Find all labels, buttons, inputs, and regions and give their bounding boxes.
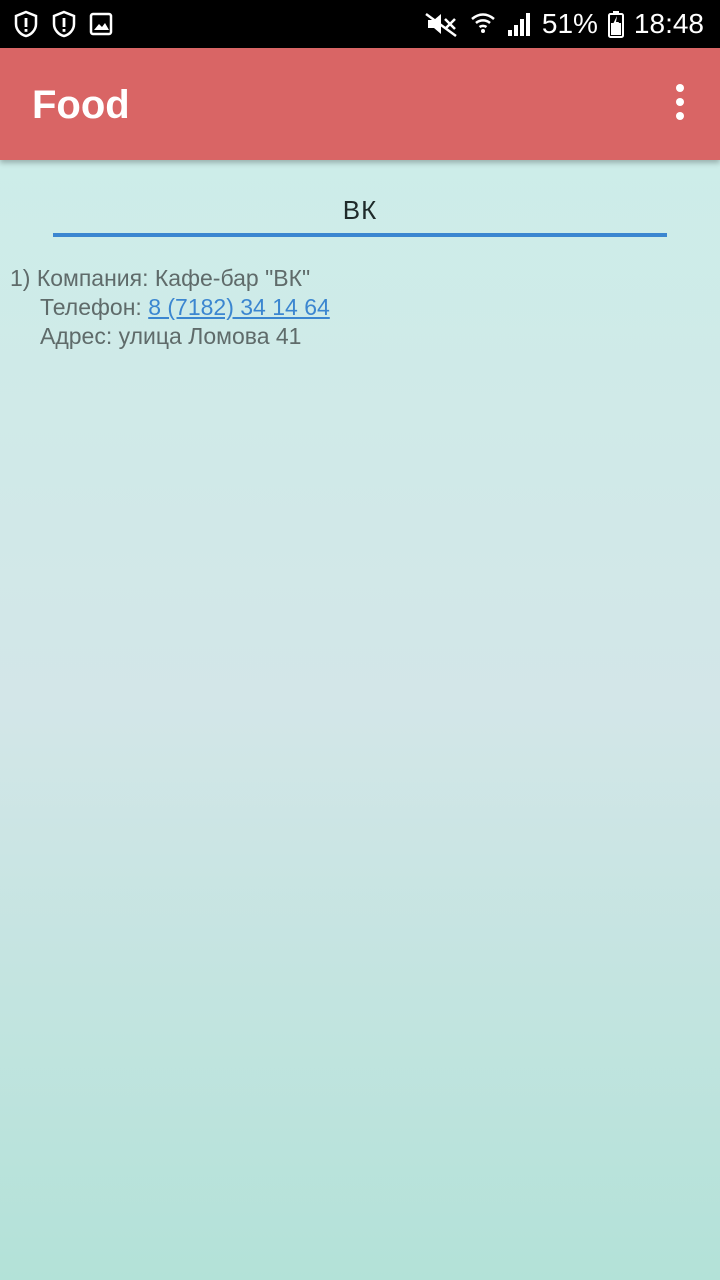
entry-number: 1) [10,265,31,291]
battery-percent: 51% [541,8,598,39]
phone-row: Телефон: 8 (7182) 34 14 64 [10,293,330,322]
company-name: Кафе-бар "ВК" [154,265,311,291]
more-vert-icon[interactable] [660,82,700,122]
battery-charging-icon [607,10,624,38]
menu-dot [676,98,684,106]
phone-link[interactable]: 8 (7182) 34 14 64 [148,294,330,320]
menu-dot [676,112,684,120]
section-heading: ВК [342,195,378,225]
status-bar: 51% 18:48 [0,0,720,48]
alert-shield-icon [50,10,78,38]
address-value: улица Ломова 41 [118,323,302,349]
image-icon [88,11,114,37]
app-bar: Food [0,48,720,160]
alert-shield-icon [12,10,40,38]
company-row: 1) Компания: Кафе-бар "ВК" [10,264,330,293]
mute-icon [422,10,460,38]
signal-icon [506,10,532,38]
clock: 18:48 [633,8,704,39]
company-label: Компания: [36,265,149,291]
notification-icons [12,10,114,38]
wifi-icon [470,10,496,38]
list-item: 1) Компания: Кафе-бар "ВК" Телефон: 8 (7… [10,264,330,351]
menu-dot [676,84,684,92]
phone-label: Телефон: [40,294,142,320]
system-icons: 51% 18:48 [422,8,704,40]
app-title: Food [32,83,130,127]
heading-underline [53,233,667,237]
address-row: Адрес: улица Ломова 41 [10,322,330,351]
address-label: Адрес: [40,323,113,349]
